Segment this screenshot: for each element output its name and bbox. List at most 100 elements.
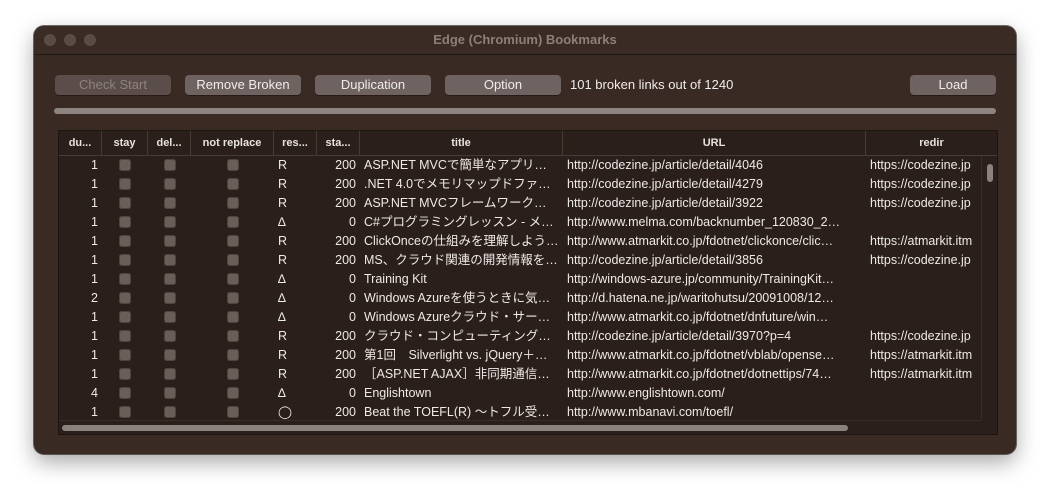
- load-button[interactable]: Load: [910, 75, 996, 95]
- table-row[interactable]: 1 R 200 MS、クラウド関連の開発情報を… http://codezine.jp/…: [59, 251, 981, 270]
- table-row[interactable]: 1 R 200 ASP.NET MVCフレームワークの… http://codezine…: [59, 194, 981, 213]
- not-replace-checkbox[interactable]: [227, 159, 239, 171]
- col-redir-cell: https://atmarkit.itm: [870, 367, 973, 381]
- table-row[interactable]: 1 R 200 ASP.NET MVCで簡単なアプリケ… http://codezine…: [59, 156, 981, 175]
- not-replace-checkbox[interactable]: [227, 330, 239, 342]
- delete-checkbox[interactable]: [164, 216, 176, 228]
- not-replace-checkbox[interactable]: [227, 349, 239, 361]
- col-url-cell: http://www.atmarkit.co.jp/fdotnet/clicko…: [567, 234, 834, 248]
- column-header-delete[interactable]: del...: [148, 131, 191, 155]
- stay-checkbox[interactable]: [119, 178, 131, 190]
- delete-checkbox[interactable]: [164, 197, 176, 209]
- horizontal-scrollbar[interactable]: [59, 420, 981, 434]
- col-result-cell: ∆: [278, 386, 286, 400]
- table-row[interactable]: 1 R 200 .NET 4.0でメモリマップドファ… http://codezine.…: [59, 175, 981, 194]
- not-replace-checkbox[interactable]: [227, 216, 239, 228]
- col-result-cell: ∆: [278, 215, 286, 229]
- col-dup-cell: 1: [91, 329, 98, 343]
- table-row[interactable]: 1 ◯ 200 Beat the TOEFL(R) 〜トフル受… http://www.…: [59, 403, 981, 420]
- delete-checkbox[interactable]: [164, 387, 176, 399]
- col-title-cell: Training Kit: [364, 272, 427, 286]
- col-dup-cell: 1: [91, 348, 98, 362]
- col-title-cell: 第1回 Silverlight vs. jQuery＋…: [364, 348, 548, 362]
- col-result-cell: R: [278, 196, 288, 210]
- col-title-cell: クラウド・コンピューティングの…: [364, 329, 559, 343]
- vertical-scroll-thumb[interactable]: [987, 164, 993, 182]
- delete-checkbox[interactable]: [164, 273, 176, 285]
- col-dup-cell: 1: [91, 367, 98, 381]
- not-replace-checkbox[interactable]: [227, 406, 239, 418]
- not-replace-checkbox[interactable]: [227, 178, 239, 190]
- stay-checkbox[interactable]: [119, 406, 131, 418]
- not-replace-checkbox[interactable]: [227, 273, 239, 285]
- stay-checkbox[interactable]: [119, 292, 131, 304]
- delete-checkbox[interactable]: [164, 235, 176, 247]
- not-replace-checkbox[interactable]: [227, 292, 239, 304]
- col-title-cell: ［ASP.NET AJAX］非同期通信…: [364, 367, 550, 381]
- col-result-cell: R: [278, 177, 288, 191]
- col-url-cell: http://codezine.jp/article/detail/4046: [567, 158, 763, 172]
- stay-checkbox[interactable]: [119, 387, 131, 399]
- table-row[interactable]: 1 ∆ 0 Training Kit http://windows-azure.jp/c…: [59, 270, 981, 289]
- stay-checkbox[interactable]: [119, 330, 131, 342]
- delete-checkbox[interactable]: [164, 178, 176, 190]
- table-row[interactable]: 1 R 200 クラウド・コンピューティングの… http://codezine.jp/…: [59, 327, 981, 346]
- duplication-button[interactable]: Duplication: [315, 75, 431, 95]
- col-title-cell: Beat the TOEFL(R) 〜トフル受…: [364, 405, 550, 419]
- column-header-redir[interactable]: redir: [866, 131, 997, 155]
- progress-bar: [54, 108, 996, 114]
- column-header-dup[interactable]: du...: [59, 131, 102, 155]
- delete-checkbox[interactable]: [164, 311, 176, 323]
- delete-checkbox[interactable]: [164, 368, 176, 380]
- delete-checkbox[interactable]: [164, 159, 176, 171]
- column-header-result[interactable]: res...: [274, 131, 317, 155]
- column-header-title[interactable]: title: [360, 131, 563, 155]
- delete-checkbox[interactable]: [164, 292, 176, 304]
- column-header-status[interactable]: sta...: [317, 131, 360, 155]
- not-replace-checkbox[interactable]: [227, 197, 239, 209]
- col-dup-cell: 1: [91, 234, 98, 248]
- vertical-scrollbar[interactable]: [981, 156, 997, 420]
- check-start-button[interactable]: Check Start: [55, 75, 171, 95]
- table-row[interactable]: 1 ∆ 0 Windows Azureクラウド・サー… http://www.atmar…: [59, 308, 981, 327]
- column-header-stay[interactable]: stay: [102, 131, 148, 155]
- not-replace-checkbox[interactable]: [227, 368, 239, 380]
- table-row[interactable]: 1 R 200 第1回 Silverlight vs. jQuery＋… http://…: [59, 346, 981, 365]
- col-url-cell: http://codezine.jp/article/detail/3922: [567, 196, 763, 210]
- col-status-cell: 0: [349, 310, 356, 324]
- delete-checkbox[interactable]: [164, 349, 176, 361]
- delete-checkbox[interactable]: [164, 406, 176, 418]
- column-header-url[interactable]: URL: [563, 131, 866, 155]
- table-row[interactable]: 1 R 200 ［ASP.NET AJAX］非同期通信… http://www.atma…: [59, 365, 981, 384]
- col-redir-cell: https://codezine.jp: [870, 329, 971, 343]
- stay-checkbox[interactable]: [119, 197, 131, 209]
- col-dup-cell: 1: [91, 253, 98, 267]
- not-replace-checkbox[interactable]: [227, 387, 239, 399]
- table-body: 1 R 200 ASP.NET MVCで簡単なアプリケ… http://codezine…: [59, 156, 981, 420]
- remove-broken-button[interactable]: Remove Broken: [185, 75, 301, 95]
- stay-checkbox[interactable]: [119, 216, 131, 228]
- not-replace-checkbox[interactable]: [227, 235, 239, 247]
- table-row[interactable]: 2 ∆ 0 Windows Azureを使うときに気… http://d.hatena.…: [59, 289, 981, 308]
- stay-checkbox[interactable]: [119, 311, 131, 323]
- col-title-cell: Windows Azureを使うときに気…: [364, 291, 551, 305]
- table-row[interactable]: 1 ∆ 0 C#プログラミングレッスン - メ… http://www.melma.co…: [59, 213, 981, 232]
- table-row[interactable]: 1 R 200 ClickOnceの仕組みを理解しよう… http://www.atma…: [59, 232, 981, 251]
- table-row[interactable]: 4 ∆ 0 Englishtown http://www.englishtown.com…: [59, 384, 981, 403]
- stay-checkbox[interactable]: [119, 349, 131, 361]
- stay-checkbox[interactable]: [119, 368, 131, 380]
- stay-checkbox[interactable]: [119, 235, 131, 247]
- horizontal-scroll-thumb[interactable]: [62, 425, 848, 431]
- col-redir-cell: https://codezine.jp: [870, 158, 971, 172]
- delete-checkbox[interactable]: [164, 330, 176, 342]
- col-dup-cell: 1: [91, 196, 98, 210]
- stay-checkbox[interactable]: [119, 254, 131, 266]
- column-header-not-replace[interactable]: not replace: [191, 131, 274, 155]
- stay-checkbox[interactable]: [119, 159, 131, 171]
- bookmarks-table: du... stay del... not replace res... sta... ti…: [58, 130, 998, 435]
- not-replace-checkbox[interactable]: [227, 254, 239, 266]
- option-button[interactable]: Option: [445, 75, 561, 95]
- delete-checkbox[interactable]: [164, 254, 176, 266]
- not-replace-checkbox[interactable]: [227, 311, 239, 323]
- stay-checkbox[interactable]: [119, 273, 131, 285]
